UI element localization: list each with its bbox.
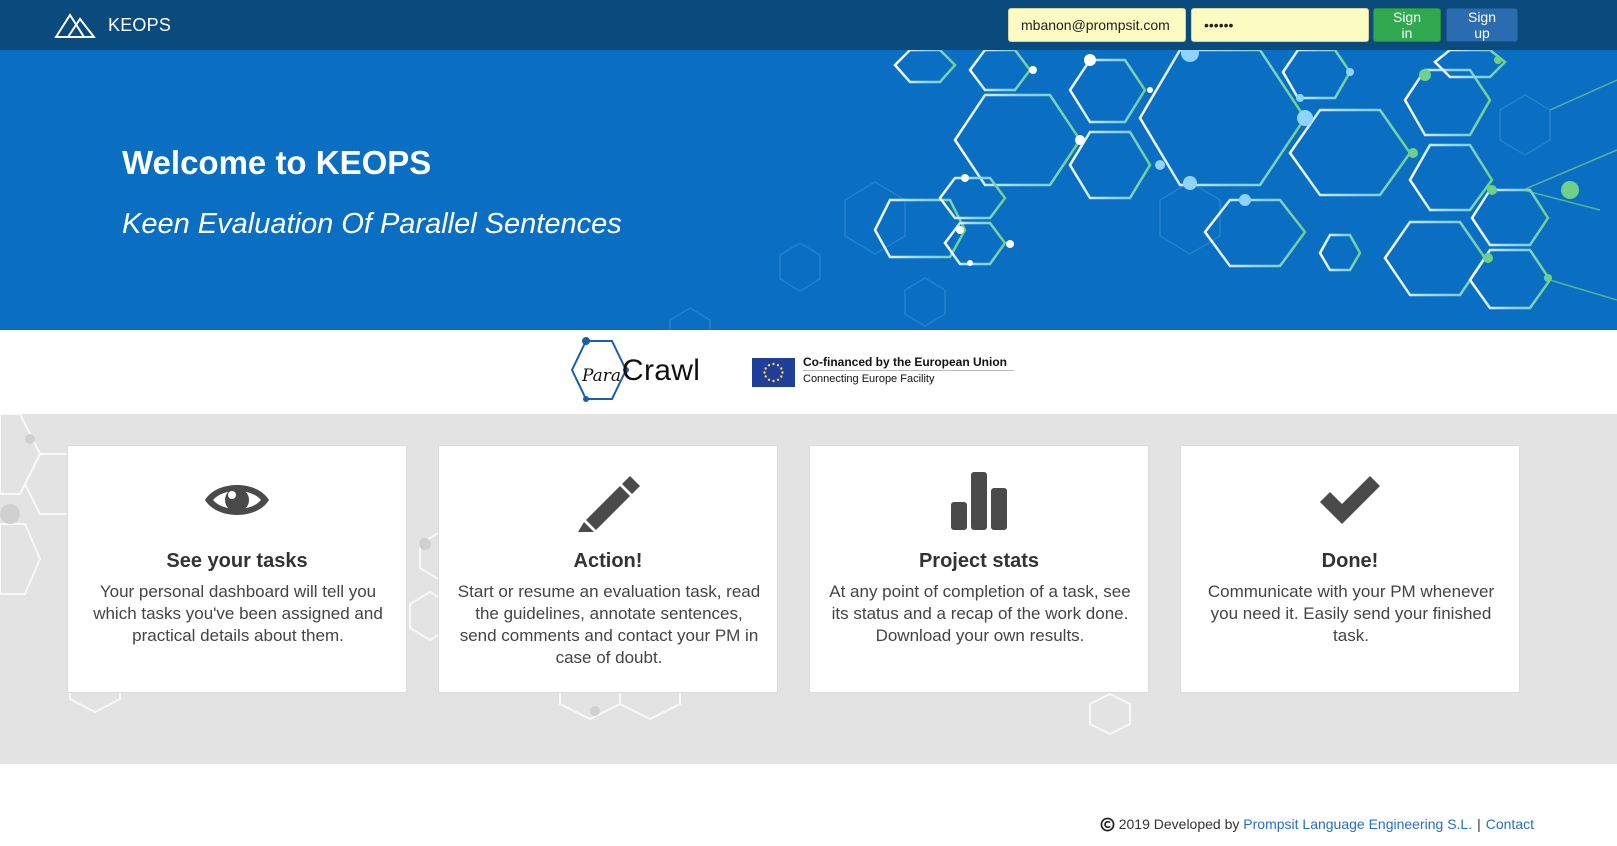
- card-title: Action!: [573, 550, 643, 572]
- hero-title: Welcome to KEOPS: [122, 144, 432, 181]
- footer-credits: 2019 Developed by Prompsit Language Engi…: [1100, 816, 1534, 832]
- footer-text: 2019 Developed by: [1118, 816, 1240, 832]
- top-navbar: KEOPS Sign in Sign up: [0, 0, 1617, 50]
- sign-up-button[interactable]: Sign up: [1446, 8, 1518, 42]
- pencil-icon: [578, 476, 640, 532]
- brand-name: KEOPS: [108, 14, 172, 35]
- password-field[interactable]: [1191, 8, 1369, 42]
- sign-in-button[interactable]: Sign in: [1373, 8, 1441, 42]
- card-text: Communicate with your PM whenever you ne…: [1207, 582, 1495, 645]
- contact-link[interactable]: Contact: [1486, 816, 1534, 832]
- feature-card-stats: Project stats At any point of completion…: [809, 445, 1149, 693]
- paracrawl-crawl-text: Crawl: [622, 354, 701, 387]
- sponsors-strip: Para Crawl Co-financed by the European U…: [0, 330, 1617, 414]
- eu-facility-text: Connecting Europe Facility: [803, 373, 935, 385]
- footer: 2019 Developed by Prompsit Language Engi…: [0, 764, 1617, 846]
- feature-card-tasks: See your tasks Your personal dashboard w…: [67, 445, 407, 693]
- hero-subtitle: Keen Evaluation Of Parallel Sentences: [122, 208, 622, 240]
- card-text: Start or resume an evaluation task, read…: [457, 582, 761, 667]
- copyright-icon: [1100, 817, 1115, 831]
- hero-banner: Welcome to KEOPS Keen Evaluation Of Para…: [0, 50, 1617, 330]
- eye-icon: [205, 485, 269, 515]
- features-section: See your tasks Your personal dashboard w…: [0, 414, 1617, 764]
- paracrawl-para-text: Para: [582, 366, 622, 386]
- card-title: Project stats: [918, 550, 1040, 572]
- company-link[interactable]: Prompsit Language Engineering S.L.: [1243, 816, 1472, 832]
- checkmark-icon: [1320, 476, 1380, 524]
- eu-divider: [803, 370, 1014, 371]
- brand[interactable]: KEOPS: [54, 10, 171, 40]
- card-text: At any point of completion of a task, se…: [829, 582, 1131, 645]
- feature-card-done: Done! Communicate with your PM whenever …: [1180, 445, 1520, 693]
- paracrawl-logo[interactable]: Para Crawl: [566, 336, 716, 406]
- footer-separator: |: [1477, 816, 1481, 832]
- card-text: Your personal dashboard will tell you wh…: [93, 582, 383, 645]
- card-title: Done!: [1321, 550, 1379, 572]
- mountains-logo-icon: [54, 13, 96, 38]
- hexagon-network-background: [669, 50, 1617, 330]
- email-field[interactable]: [1008, 8, 1186, 42]
- eu-flag-icon: [752, 358, 795, 387]
- feature-card-action: Action! Start or resume an evaluation ta…: [438, 445, 778, 693]
- card-title: See your tasks: [166, 550, 308, 572]
- eu-cofinanced-text: Co-financed by the European Union: [803, 355, 1008, 369]
- bar-chart-icon: [951, 472, 1007, 530]
